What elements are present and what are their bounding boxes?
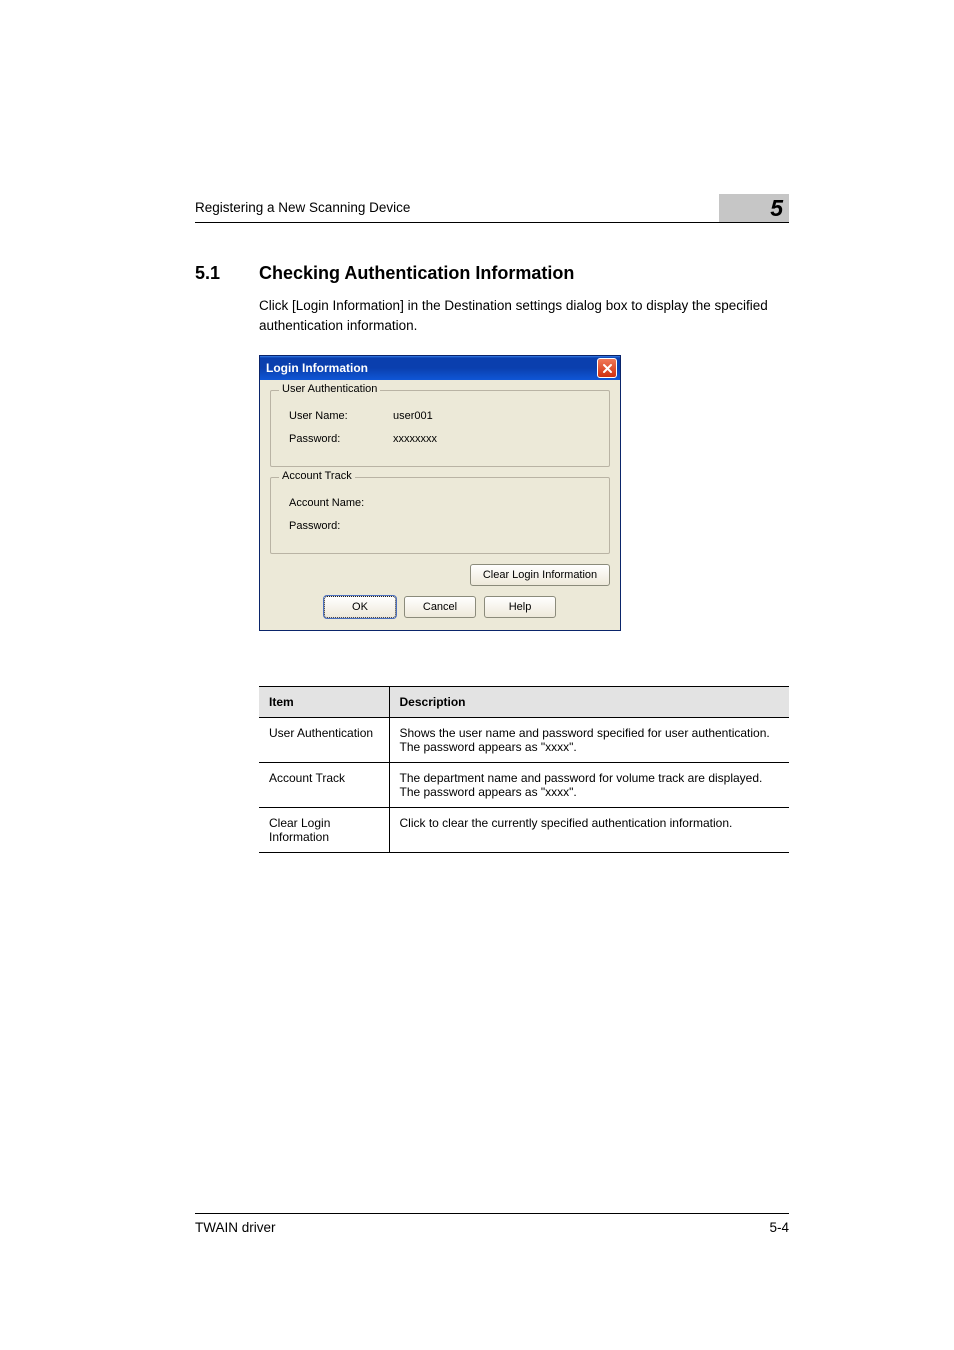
table-row: Account Track The department name and pa…: [259, 763, 789, 808]
table-header-item: Item: [259, 687, 389, 718]
user-password-label: Password:: [283, 433, 393, 445]
login-information-dialog: Login Information User Authentication Us…: [259, 355, 621, 631]
clear-login-information-button[interactable]: Clear Login Information: [470, 564, 610, 586]
table-cell-desc: The department name and password for vol…: [389, 763, 789, 808]
chapter-badge: 5: [719, 194, 789, 222]
footer: TWAIN driver 5-4: [195, 1213, 789, 1235]
description-table: Item Description User Authentication Sho…: [259, 686, 789, 853]
section-paragraph: Click [Login Information] in the Destina…: [259, 296, 789, 335]
running-head: Registering a New Scanning Device 5: [195, 200, 789, 223]
account-track-group: Account Track Account Name: Password:: [270, 477, 610, 554]
account-name-row: Account Name:: [283, 493, 597, 513]
user-password-row: Password: xxxxxxxx: [283, 429, 597, 449]
user-name-value: user001: [393, 410, 433, 422]
header-rule: [195, 222, 789, 223]
footer-rule: [195, 1213, 789, 1214]
table-cell-desc: Shows the user name and password specifi…: [389, 718, 789, 763]
user-authentication-group: User Authentication User Name: user001 P…: [270, 390, 610, 467]
section-number: 5.1: [195, 263, 239, 284]
dialog-titlebar: Login Information: [260, 356, 620, 380]
table-cell-desc: Click to clear the currently specified a…: [389, 808, 789, 853]
help-button[interactable]: Help: [484, 596, 556, 618]
clear-button-row: Clear Login Information: [270, 564, 610, 586]
table-cell-item: User Authentication: [259, 718, 389, 763]
dialog-body: User Authentication User Name: user001 P…: [260, 380, 620, 630]
group-legend-user-auth: User Authentication: [279, 383, 380, 395]
close-icon[interactable]: [597, 358, 617, 378]
table-cell-item: Account Track: [259, 763, 389, 808]
table-row: User Authentication Shows the user name …: [259, 718, 789, 763]
table-header-description: Description: [389, 687, 789, 718]
footer-product: TWAIN driver: [195, 1220, 276, 1235]
user-name-row: User Name: user001: [283, 406, 597, 426]
ok-button[interactable]: OK: [324, 596, 396, 618]
account-password-label: Password:: [283, 520, 393, 532]
section-heading: 5.1 Checking Authentication Information: [195, 263, 789, 284]
footer-page-number: 5-4: [769, 1220, 789, 1235]
user-password-value: xxxxxxxx: [393, 433, 437, 445]
user-name-label: User Name:: [283, 410, 393, 422]
group-legend-account-track: Account Track: [279, 470, 355, 482]
account-name-label: Account Name:: [283, 497, 393, 509]
cancel-button[interactable]: Cancel: [404, 596, 476, 618]
page: Registering a New Scanning Device 5 5.1 …: [0, 0, 954, 1350]
table-cell-item: Clear Login Information: [259, 808, 389, 853]
table-header-row: Item Description: [259, 687, 789, 718]
table-row: Clear Login Information Click to clear t…: [259, 808, 789, 853]
dialog-button-row: OK Cancel Help: [270, 596, 610, 618]
breadcrumb: Registering a New Scanning Device: [195, 200, 789, 222]
section-title: Checking Authentication Information: [259, 263, 574, 284]
dialog-title: Login Information: [266, 361, 597, 375]
account-password-row: Password:: [283, 516, 597, 536]
footer-row: TWAIN driver 5-4: [195, 1220, 789, 1235]
